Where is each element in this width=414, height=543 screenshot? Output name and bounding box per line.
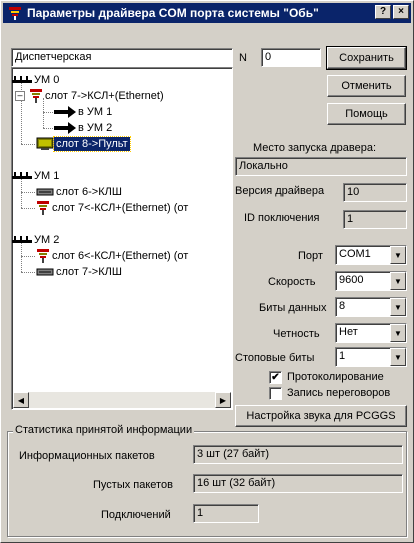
speed-label: Скорость bbox=[268, 276, 316, 288]
tree-item-to-um2[interactable]: в УМ 2 bbox=[54, 120, 114, 136]
port-value: COM1 bbox=[339, 248, 371, 260]
connections-label: Подключений bbox=[101, 509, 171, 521]
console-icon bbox=[36, 137, 54, 150]
parity-select[interactable]: Нет ▼ bbox=[335, 323, 407, 343]
sound-settings-button[interactable]: Настройка звука для PCGGS bbox=[235, 405, 407, 427]
connection-id-field: 1 bbox=[343, 210, 407, 229]
tree-item-slot7-from-ksl[interactable]: слот 7<-КСЛ+(Ethernet) (от bbox=[36, 200, 190, 216]
launch-place-label: Место запуска дравера: bbox=[253, 142, 376, 154]
tree-item-slot6-from-ksl[interactable]: слот 6<-КСЛ+(Ethernet) (от bbox=[36, 248, 190, 264]
tree-item-um0[interactable]: УМ 0 bbox=[12, 72, 61, 88]
tree-item-label: УМ 0 bbox=[34, 74, 60, 86]
stop-bits-value: 1 bbox=[339, 350, 346, 362]
tree-item-label: слот 7<-КСЛ+(Ethernet) (от bbox=[52, 202, 189, 214]
save-button[interactable]: Сохранить bbox=[326, 46, 407, 70]
bus-icon bbox=[12, 172, 32, 179]
bus-icon bbox=[12, 236, 32, 243]
stop-bits-select[interactable]: 1 ▼ bbox=[335, 347, 407, 367]
info-packets-label: Информационных пакетов bbox=[19, 450, 155, 462]
driver-version-label: Версия драйвера bbox=[235, 185, 325, 197]
parity-label: Четность bbox=[273, 328, 320, 340]
help-title-button[interactable]: ? bbox=[375, 5, 391, 19]
collapse-icon[interactable]: – bbox=[15, 91, 25, 101]
window-title: Параметры драйвера COM порта системы "Об… bbox=[27, 6, 319, 20]
empty-packets-label: Пустых пакетов bbox=[93, 479, 173, 491]
tree-horizontal-scrollbar[interactable]: ◀ ▶ bbox=[13, 392, 231, 408]
dropdown-arrow-icon[interactable]: ▼ bbox=[390, 246, 406, 264]
empty-packets-field: 16 шт (32 байт) bbox=[193, 474, 403, 493]
dialog-window: Параметры драйвера COM порта системы "Об… bbox=[0, 0, 414, 543]
tree-content: УМ 0 – слот 7->КСЛ+(Ethernet) в УМ 1 в У… bbox=[12, 68, 234, 389]
port-label: Порт bbox=[298, 250, 323, 262]
driver-version-field: 10 bbox=[343, 183, 407, 202]
dropdown-arrow-icon[interactable]: ▼ bbox=[390, 348, 406, 366]
arrow-right-icon bbox=[54, 122, 76, 134]
cable-icon bbox=[36, 188, 54, 196]
speed-value: 9600 bbox=[339, 274, 364, 286]
tree-item-slot7-klsh[interactable]: слот 7->КЛШ bbox=[36, 264, 124, 280]
cable-icon bbox=[36, 268, 54, 276]
tree-item-label: слот 7->КЛШ bbox=[56, 266, 122, 278]
record-label: Запись переговоров bbox=[287, 387, 391, 399]
slot-icon bbox=[30, 89, 42, 103]
tree-item-label: слот 8->Пульт bbox=[53, 136, 131, 152]
app-icon bbox=[9, 7, 21, 20]
name-field[interactable]: Диспетчерская bbox=[11, 48, 233, 67]
tree-item-label: слот 6->КЛШ bbox=[56, 186, 122, 198]
slot-icon bbox=[37, 249, 49, 263]
logging-checkbox-row[interactable]: ✔ Протоколирование bbox=[269, 370, 384, 384]
tree-item-to-um1[interactable]: в УМ 1 bbox=[54, 104, 114, 120]
tree-item-um2[interactable]: УМ 2 bbox=[12, 232, 61, 248]
parity-value: Нет bbox=[339, 326, 358, 338]
tree-item-label: в УМ 2 bbox=[78, 122, 113, 134]
bus-icon bbox=[12, 76, 32, 83]
scroll-right-button[interactable]: ▶ bbox=[215, 392, 231, 408]
tree-item-slot7-ksl[interactable]: – слот 7->КСЛ+(Ethernet) bbox=[15, 88, 166, 104]
speed-select[interactable]: 9600 ▼ bbox=[335, 271, 407, 291]
help-button[interactable]: Помощь bbox=[327, 103, 406, 125]
data-bits-label: Биты данных bbox=[259, 302, 327, 314]
record-checkbox[interactable] bbox=[269, 386, 282, 400]
stats-group-label: Статистика принятой информации bbox=[13, 424, 195, 437]
slot-icon bbox=[37, 201, 49, 215]
n-field[interactable]: 0 bbox=[261, 48, 321, 67]
tree-item-label: УМ 1 bbox=[34, 170, 60, 182]
info-packets-field: 3 шт (27 байт) bbox=[193, 445, 403, 464]
dropdown-arrow-icon[interactable]: ▼ bbox=[390, 298, 406, 316]
connections-field: 1 bbox=[193, 504, 259, 523]
stop-bits-label: Стоповые биты bbox=[235, 352, 315, 364]
scroll-track[interactable] bbox=[29, 392, 215, 408]
tree-item-slot8-console[interactable]: слот 8->Пульт bbox=[36, 136, 131, 152]
launch-place-field: Локально bbox=[235, 157, 407, 176]
logging-checkbox[interactable]: ✔ bbox=[269, 370, 282, 384]
data-bits-value: 8 bbox=[339, 300, 346, 312]
cancel-button[interactable]: Отменить bbox=[327, 75, 406, 97]
n-label: N bbox=[239, 52, 247, 64]
tree-item-label: в УМ 1 bbox=[78, 106, 113, 118]
dropdown-arrow-icon[interactable]: ▼ bbox=[390, 324, 406, 342]
tree-item-um1[interactable]: УМ 1 bbox=[12, 168, 61, 184]
tree-item-label: слот 7->КСЛ+(Ethernet) bbox=[45, 90, 164, 102]
tree-item-label: УМ 2 bbox=[34, 234, 60, 246]
scroll-left-button[interactable]: ◀ bbox=[13, 392, 29, 408]
close-button[interactable]: × bbox=[393, 5, 409, 19]
tree-item-label: слот 6<-КСЛ+(Ethernet) (от bbox=[52, 250, 189, 262]
data-bits-select[interactable]: 8 ▼ bbox=[335, 297, 407, 317]
record-checkbox-row[interactable]: Запись переговоров bbox=[269, 386, 390, 400]
connection-id-label: ID поключения bbox=[244, 212, 320, 224]
port-select[interactable]: COM1 ▼ bbox=[335, 245, 407, 265]
tree-item-slot6-klsh[interactable]: слот 6->КЛШ bbox=[36, 184, 124, 200]
arrow-right-icon bbox=[54, 106, 76, 118]
dropdown-arrow-icon[interactable]: ▼ bbox=[390, 272, 406, 290]
logging-label: Протоколирование bbox=[287, 371, 384, 383]
title-bar[interactable]: Параметры драйвера COM порта системы "Об… bbox=[3, 3, 411, 23]
